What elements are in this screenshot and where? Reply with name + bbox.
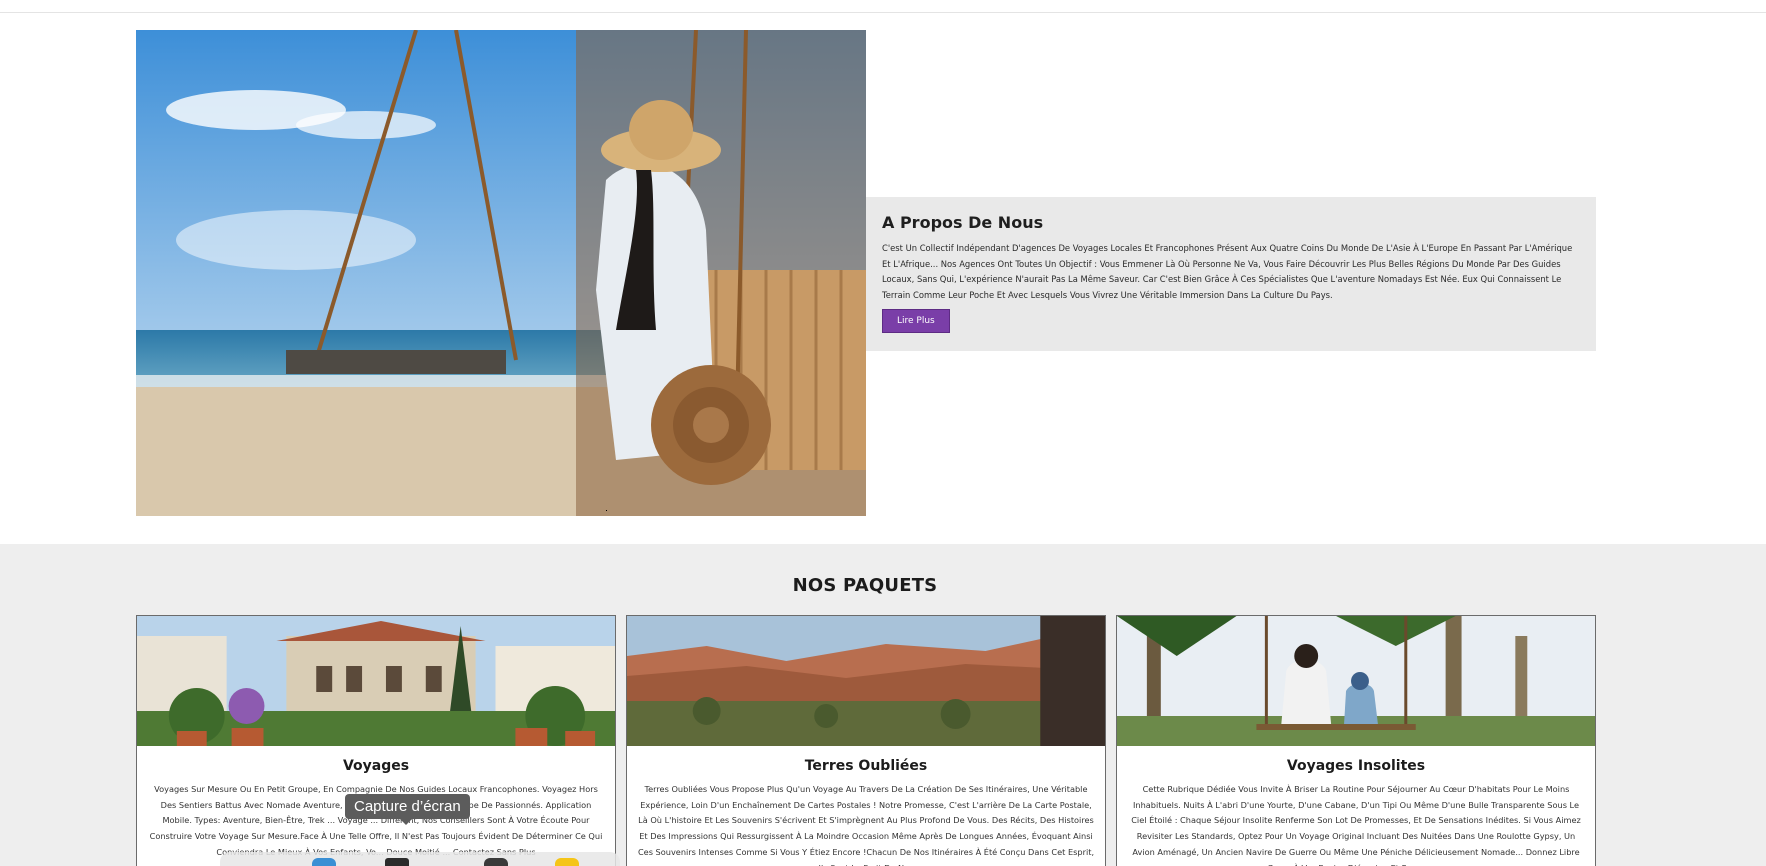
- about-section: A Propos De Nous C'est Un Collectif Indé…: [0, 13, 1766, 544]
- screenshot-toolbar: [220, 852, 620, 866]
- packages-title: NOS PAQUETS: [792, 575, 938, 596]
- package-title: Voyages Insolites: [1286, 758, 1426, 774]
- package-description: Terres Oubliées Vous Propose Plus Qu'un …: [637, 784, 1095, 866]
- package-card-voyages-insolites[interactable]: Voyages Insolites Cette Rubrique Dédiée …: [1116, 615, 1596, 866]
- package-title: Terres Oubliées: [804, 758, 928, 774]
- package-title: Voyages: [342, 758, 410, 774]
- about-photo-woman-on-swing: [136, 30, 866, 516]
- app-icon[interactable]: [555, 858, 579, 866]
- top-navbar: [0, 0, 1766, 13]
- about-title: A Propos De Nous: [882, 213, 1044, 232]
- read-more-button[interactable]: Lire Plus: [882, 309, 950, 333]
- package-image-canyon-landscape: [627, 616, 1105, 746]
- about-description: C'est Un Collectif Indépendant D'agences…: [882, 243, 1573, 300]
- app-icon[interactable]: [484, 858, 508, 866]
- tooltip: Capture d’écran: [345, 794, 470, 825]
- package-card-terres-oubliees[interactable]: Terres Oubliées Terres Oubliées Vous Pro…: [626, 615, 1106, 866]
- package-card-voyages[interactable]: Voyages Voyages Sur Mesure Ou En Petit G…: [136, 615, 616, 866]
- packages-section: NOS PAQUETS Voyages Voyages Sur Mesure O…: [0, 544, 1766, 866]
- package-description: Cette Rubrique Dédiée Vous Invite À Bris…: [1131, 784, 1581, 866]
- about-card: A Propos De Nous C'est Un Collectif Indé…: [866, 197, 1596, 351]
- app-icon[interactable]: [312, 858, 336, 866]
- package-image-garden-palace: [137, 616, 615, 746]
- screenshot-icon[interactable]: [385, 858, 409, 866]
- package-image-swing-palms: [1117, 616, 1595, 746]
